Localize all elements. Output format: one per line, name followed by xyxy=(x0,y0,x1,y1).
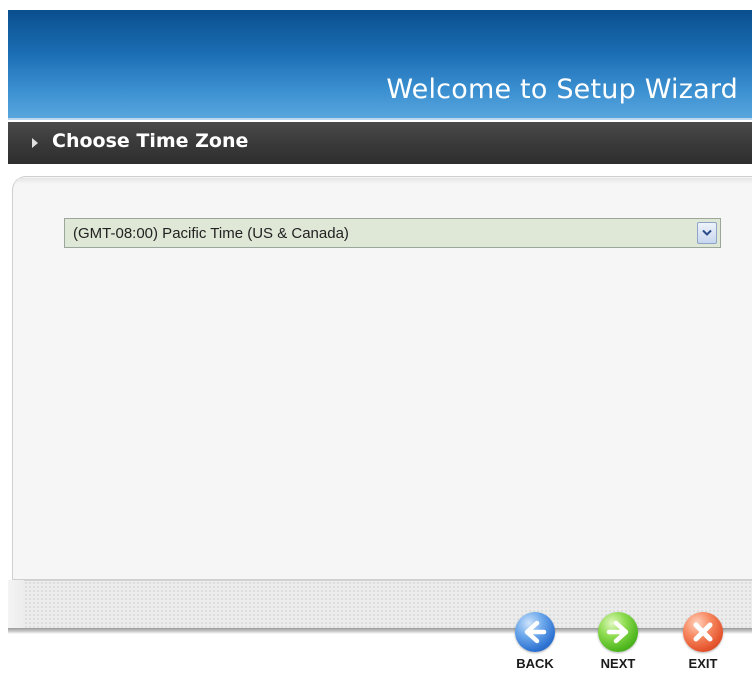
chevron-down-icon[interactable] xyxy=(697,222,717,244)
wizard-header: Welcome to Setup Wizard xyxy=(8,10,752,120)
next-button-label: NEXT xyxy=(600,656,636,671)
timezone-selected-value: (GMT-08:00) Pacific Time (US & Canada) xyxy=(73,225,349,242)
next-button[interactable]: NEXT xyxy=(592,612,644,674)
timezone-select[interactable]: (GMT-08:00) Pacific Time (US & Canada) xyxy=(64,218,721,248)
exit-button[interactable]: EXIT xyxy=(677,612,729,674)
arrow-left-icon xyxy=(524,620,547,644)
content-panel-shadow xyxy=(14,178,752,184)
top-margin xyxy=(0,0,752,10)
header-divider xyxy=(8,118,752,120)
back-button-label: BACK xyxy=(516,656,554,671)
back-button[interactable]: BACK xyxy=(509,612,561,674)
setup-wizard-page: Welcome to Setup Wizard Choose Time Zone… xyxy=(0,0,752,684)
wizard-title: Welcome to Setup Wizard xyxy=(386,74,738,105)
arrow-right-icon xyxy=(606,620,629,644)
section-title: Choose Time Zone xyxy=(52,130,249,152)
triangle-right-icon xyxy=(32,138,38,148)
exit-button-label: EXIT xyxy=(688,656,718,671)
close-x-icon xyxy=(693,622,713,642)
footer-band-edge xyxy=(8,580,24,632)
